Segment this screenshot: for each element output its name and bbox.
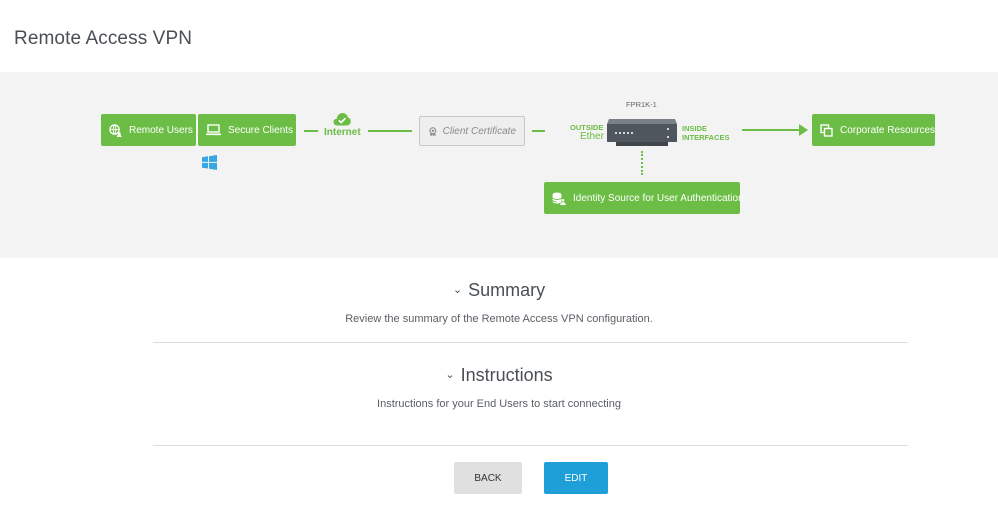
arrow-head-icon [799, 124, 808, 136]
page-title: Remote Access VPN [14, 28, 193, 49]
back-button[interactable]: BACK [454, 462, 522, 494]
database-user-icon [552, 192, 566, 205]
identity-source-label: Identity Source for User Authentication [573, 192, 744, 204]
corporate-resources-label: Corporate Resources [840, 124, 936, 136]
certificate-icon [429, 126, 437, 136]
dotted-connector [641, 151, 643, 175]
edit-button[interactable]: EDIT [544, 462, 608, 494]
device-name: FPR1K-1 [626, 100, 657, 109]
connector-line [304, 130, 318, 132]
corporate-resources-node[interactable]: Corporate Resources [812, 114, 935, 146]
windows-icon [202, 155, 217, 170]
globe-user-icon [109, 123, 122, 137]
divider [153, 445, 908, 446]
secure-clients-node[interactable]: Secure Clients [198, 114, 296, 146]
vpn-topology-diagram [0, 72, 998, 258]
remote-users-label: Remote Users [129, 124, 193, 136]
connector-line [532, 130, 545, 132]
instructions-title: Instructions [460, 365, 553, 385]
inside-label: INSIDE [682, 124, 708, 133]
arrow-line [742, 129, 802, 131]
client-certificate-node[interactable]: Client Certificate [419, 116, 525, 146]
secure-clients-label: Secure Clients [228, 124, 294, 136]
instructions-description: Instructions for your End Users to start… [377, 398, 621, 410]
laptop-icon [206, 124, 221, 136]
chevron-down-icon: ⌄ [452, 284, 463, 296]
summary-title: Summary [468, 280, 546, 300]
remote-users-node[interactable]: Remote Users [101, 114, 196, 146]
chevron-down-icon: ⌄ [445, 369, 455, 381]
summary-description: Review the summary of the Remote Access … [345, 313, 653, 325]
summary-toggle[interactable]: ⌄ Summary [0, 280, 998, 301]
inside-interfaces-label: INTERFACES [682, 133, 730, 142]
firewall-device-icon[interactable] [606, 116, 678, 148]
connector-line [368, 130, 412, 132]
internet-label: Internet [324, 127, 361, 138]
divider [153, 342, 908, 343]
outside-interface: Ether [580, 131, 604, 142]
cloud-check-icon [333, 113, 351, 126]
client-certificate-label: Client Certificate [442, 125, 516, 137]
identity-source-node[interactable]: Identity Source for User Authentication [544, 182, 744, 214]
copy-resources-icon [820, 123, 833, 137]
instructions-toggle[interactable]: ⌄ Instructions [0, 365, 998, 386]
